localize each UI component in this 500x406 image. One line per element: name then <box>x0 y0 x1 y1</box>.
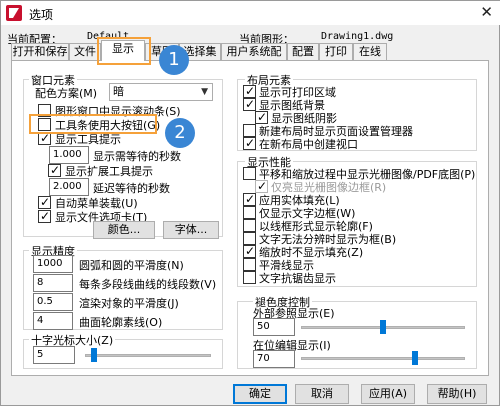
extended-tooltips-label: 显示扩展工具提示 <box>65 165 153 178</box>
solid-fill-checkbox[interactable] <box>243 191 256 207</box>
render-smoothness-label: 渲染对象的平滑度(J) <box>79 297 179 310</box>
tab-plot[interactable]: 打印 <box>319 43 353 60</box>
polyline-segments-label: 每条多段线曲线的线段数(V) <box>79 278 217 291</box>
extended-tooltips-checkbox[interactable] <box>48 162 61 178</box>
xref-fade-input[interactable]: 50 <box>253 318 295 336</box>
render-smoothness-input[interactable]: 0.5 <box>33 293 73 311</box>
inplace-fade-slider-track[interactable] <box>301 357 465 360</box>
smooth-line-checkbox[interactable] <box>243 258 256 271</box>
display-tab-highlight <box>97 37 151 65</box>
colors-button[interactable]: 颜色... <box>93 221 155 239</box>
pan-zoom-raster-checkbox[interactable] <box>243 167 256 180</box>
title-bar: 选项 ✕ <box>1 1 500 25</box>
window-title: 选项 <box>29 8 54 22</box>
fonts-button[interactable]: 字体... <box>163 221 219 239</box>
app-logo-icon <box>6 5 22 21</box>
tab-profiles[interactable]: 配置 <box>287 43 319 60</box>
xref-fade-slider-thumb[interactable] <box>380 320 386 334</box>
options-dialog: 选项 ✕ 当前配置： Default 当前图形： Drawing1.dwg 打开… <box>0 0 500 406</box>
tab-open-save[interactable]: 打开和保存 <box>11 43 69 60</box>
crosshair-size-input[interactable]: 5 <box>33 346 75 364</box>
chevron-down-icon: ▼ <box>201 87 208 97</box>
paper-background-checkbox[interactable] <box>243 96 256 112</box>
tooltip-delay-label: 显示需等待的秒数 <box>93 150 181 163</box>
color-scheme-label: 配色方案(M) <box>35 87 98 100</box>
arc-smoothness-label: 圆弧和圆的平滑度(N) <box>79 259 184 272</box>
crosshair-slider-thumb[interactable] <box>91 348 97 362</box>
crosshair-slider-track[interactable] <box>85 354 211 357</box>
tab-user-preferences[interactable]: 用户系统配置 <box>221 43 287 74</box>
apply-button[interactable]: 应用(A) <box>361 384 415 404</box>
zoom-no-fill-checkbox[interactable] <box>243 243 256 259</box>
large-buttons-highlight <box>29 114 157 134</box>
inplace-fade-slider-thumb[interactable] <box>411 351 418 365</box>
inplace-fade-input[interactable]: 70 <box>253 350 295 368</box>
create-viewport-checkbox[interactable] <box>243 135 256 151</box>
contour-lines-input[interactable]: 4 <box>33 312 73 330</box>
wireframe-silhouette-checkbox[interactable] <box>243 219 256 232</box>
text-antialias-label: 文字抗锯齿显示 <box>259 272 336 285</box>
help-button[interactable]: 帮助(H) <box>427 384 487 404</box>
arc-smoothness-input[interactable]: 1000 <box>33 255 73 273</box>
extended-delay-label: 延迟等待的秒数 <box>93 182 170 195</box>
color-scheme-select[interactable]: 暗 ▼ <box>109 83 213 101</box>
step-1-badge: 1 <box>159 45 189 75</box>
polyline-segments-input[interactable]: 8 <box>33 274 73 292</box>
ok-button[interactable]: 确定 <box>233 384 287 404</box>
step-2-badge: 2 <box>165 118 195 148</box>
contour-lines-label: 曲面轮廓素线(O) <box>79 316 163 329</box>
text-antialias-checkbox[interactable] <box>243 271 256 284</box>
extended-delay-input[interactable]: 2.000 <box>49 178 89 196</box>
tab-online[interactable]: 在线 <box>353 43 387 60</box>
current-drawing-value: Drawing1.dwg <box>321 31 394 42</box>
text-frame-checkbox[interactable] <box>243 206 256 219</box>
color-scheme-value: 暗 <box>113 85 124 98</box>
cancel-button[interactable]: 取消 <box>295 384 349 404</box>
file-tabs-checkbox[interactable] <box>38 208 51 224</box>
create-viewport-label: 在新布局中创建视口 <box>259 138 358 151</box>
close-icon[interactable]: ✕ <box>480 4 493 20</box>
